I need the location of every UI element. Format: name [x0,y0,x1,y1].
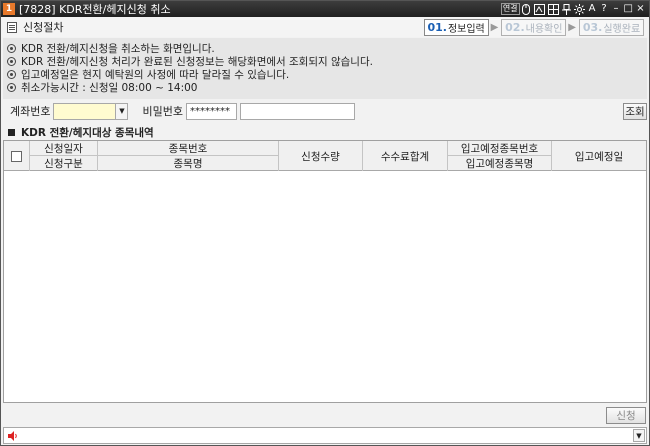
step-label: 내용확인 [525,23,563,35]
header-in-date: 입고예정일 [574,150,624,163]
maximize-icon[interactable]: □ [623,3,634,15]
minimize-icon[interactable]: – [611,3,622,15]
header-in-stock-name: 입고예정종목명 [448,156,552,171]
link-icon[interactable]: 연결 [500,3,520,15]
help-icon[interactable]: ? [599,3,610,15]
stock-grid: 신청일자 신청구분 종목번호 종목명 신청수량 수수료합계 입고예정종목번호 입… [3,140,647,403]
grid-icon[interactable] [547,3,560,15]
speaker-icon [8,430,18,441]
font-icon[interactable]: A [587,3,598,15]
query-button[interactable]: 조회 [623,102,647,120]
select-all-cell [4,141,30,171]
bullet-icon [7,83,16,92]
select-all-checkbox[interactable] [11,150,22,162]
password-input[interactable]: ******** [185,102,237,120]
title-toolbar: 연결 A ? – □ × [500,3,646,15]
step-number: 02. [505,20,525,34]
bullet-icon [7,70,16,79]
close-icon[interactable]: × [635,3,646,15]
mouse-icon[interactable] [521,3,532,15]
header-apply-type: 신청구분 [30,156,98,171]
step-content-confirm: 02. 내용확인 [501,18,567,36]
step-arrow-icon: ▶ [490,21,499,33]
kdr-cancel-window: 1 [7828] KDR전환/헤지신청 취소 연결 A ? – □ × 신청절차… [0,0,650,446]
square-bullet-icon [8,128,15,136]
document-icon [7,21,17,33]
bullet-icon [7,57,16,66]
screenshot-icon[interactable] [533,3,546,15]
title-bar: 1 [7828] KDR전환/헤지신청 취소 연결 A ? – □ × [1,1,649,17]
step-arrow-icon: ▶ [568,21,576,33]
procedure-title: 신청절차 [23,21,64,34]
pin-icon[interactable] [561,3,572,15]
section-header: KDR 전환/헤지대상 종목내역 [8,125,154,139]
section-title: KDR 전환/헤지대상 종목내역 [21,126,154,139]
step-label: 실행완료 [603,23,641,35]
header-fee-total: 수수료합계 [363,141,448,171]
step-execution-complete: 03. 실행완료 [579,18,644,36]
window-title: [7828] KDR전환/헤지신청 취소 [19,3,171,16]
notice-line: 취소가능시간 : 신청일 08:00 ~ 14:00 [7,81,643,94]
account-input[interactable] [53,102,117,120]
chevron-down-icon[interactable]: ▼ [116,102,129,120]
action-bar: 신청 [3,405,647,425]
header-in-stock-code: 입고예정종목번호 [448,141,552,156]
header-stock-name: 종목명 [98,156,279,171]
chevron-down-icon[interactable]: ▼ [633,429,645,442]
step-bar: 신청절차 01. 정보입력 ▶ 02. 내용확인 ▶ 03. 실행완료 [1,17,649,37]
step-info-input: 01. 정보입력 [423,18,489,36]
bullet-icon [7,44,16,53]
header-stock-code: 종목번호 [98,141,279,156]
settings-icon[interactable] [573,3,586,15]
step-number: 03. [582,20,603,34]
password-label: 비밀번호 [142,105,183,118]
header-apply-qty: 신청수량 [279,141,363,171]
step-number: 01. [427,20,447,34]
account-name-field [239,102,355,120]
grid-header: 신청일자 신청구분 종목번호 종목명 신청수량 수수료합계 입고예정종목번호 입… [4,141,646,171]
notice-text: 취소가능시간 : 신청일 08:00 ~ 14:00 [21,82,198,94]
account-row: 계좌번호 ▼ 비밀번호 ******** 조회 [3,100,647,122]
app-icon: 1 [3,3,15,15]
account-label: 계좌번호 [10,105,51,118]
submit-button[interactable]: 신청 [606,406,646,424]
header-apply-date: 신청일자 [30,141,98,156]
step-label: 정보입력 [447,23,485,35]
status-bar: ▼ [3,427,647,444]
notice-box: KDR 전환/헤지신청을 취소하는 화면입니다. KDR 전환/헤지신청 처리가… [3,38,647,99]
